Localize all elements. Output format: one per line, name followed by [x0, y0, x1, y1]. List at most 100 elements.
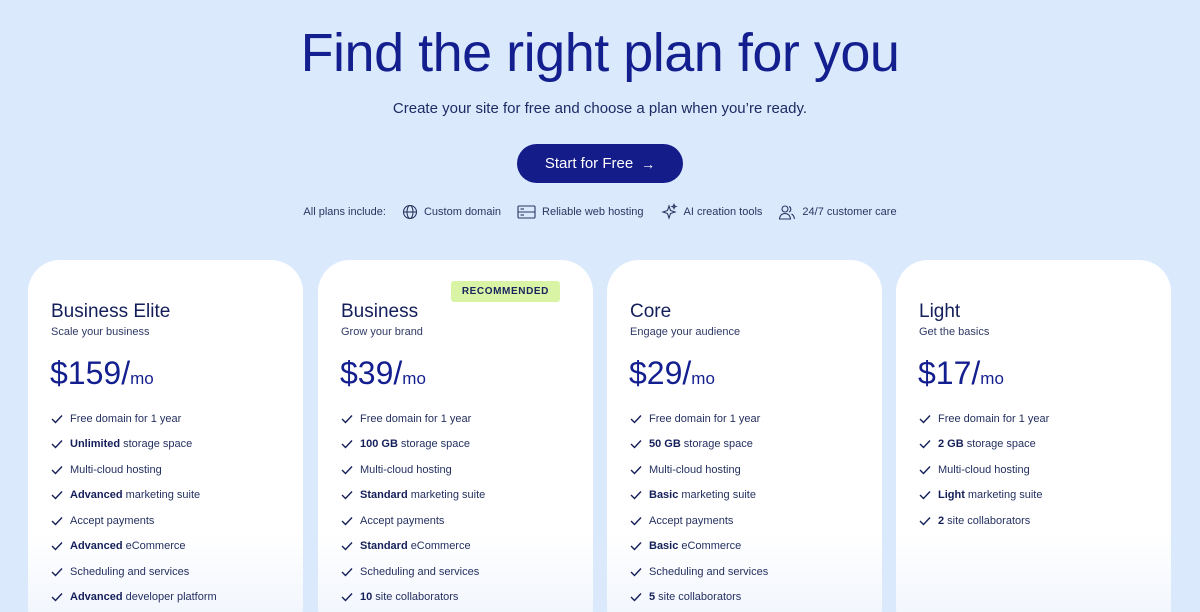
feature-item: Free domain for 1 year — [919, 406, 1049, 432]
check-icon — [630, 414, 642, 424]
check-icon — [341, 491, 353, 500]
check-icon — [51, 465, 63, 475]
include-label: Custom domain — [423, 206, 502, 218]
plan-tagline: Get the basics — [919, 326, 990, 338]
feature-item: Scheduling and services — [630, 559, 768, 585]
feature-item: 5 site collaborators — [630, 585, 768, 611]
feature-item: Basic eCommerce — [630, 534, 768, 560]
price-period: mo — [402, 369, 426, 388]
price-period: mo — [980, 369, 1004, 388]
plan-price: $159/mo — [50, 355, 154, 391]
include-custom-domain: Custom domain — [402, 204, 501, 220]
page-title: Find the right plan for you — [300, 23, 900, 83]
price-period: mo — [691, 369, 715, 388]
recommended-badge: RECOMMENDED — [450, 281, 560, 302]
feature-item: 2 GB storage space — [919, 432, 1049, 458]
page-subtitle: Create your site for free and choose a p… — [392, 100, 808, 117]
feature-item: Advanced marketing suite — [51, 483, 217, 509]
price-period: mo — [130, 369, 154, 388]
feature-item: Advanced developer platform — [51, 585, 217, 611]
feature-item: Accept payments — [51, 508, 217, 534]
feature-item: Standard marketing suite — [341, 483, 485, 509]
check-icon — [919, 414, 931, 424]
feature-item: Free domain for 1 year — [51, 406, 217, 432]
feature-item: Multi-cloud hosting — [51, 457, 217, 483]
include-web-hosting: Reliable web hosting — [517, 204, 644, 220]
feature-item: Scheduling and services — [341, 559, 485, 585]
plan-card-business[interactable]: RECOMMENDED Business Grow your brand $39… — [318, 260, 593, 612]
check-icon — [630, 440, 642, 449]
check-icon — [919, 465, 931, 475]
sparkle-icon — [660, 203, 678, 220]
check-icon — [341, 440, 353, 449]
plan-card-core[interactable]: Core Engage your audience $29/mo Free do… — [607, 260, 882, 612]
plan-card-light[interactable]: Light Get the basics $17/mo Free domain … — [896, 260, 1171, 612]
price-amount: $17 — [918, 355, 972, 391]
include-ai-tools: AI creation tools — [660, 203, 763, 221]
check-icon — [51, 440, 63, 449]
check-icon — [919, 491, 931, 500]
price-amount: $29 — [629, 355, 683, 391]
check-icon — [51, 567, 63, 577]
check-icon — [630, 542, 642, 551]
check-icon — [51, 593, 63, 602]
feature-item: Advanced eCommerce — [51, 534, 217, 560]
check-icon — [919, 440, 931, 449]
plan-name: Business Elite — [51, 301, 171, 322]
check-icon — [630, 465, 642, 475]
check-icon — [341, 593, 353, 602]
plan-tagline: Scale your business — [51, 326, 150, 338]
arrow-right-icon: → — [641, 155, 656, 172]
include-customer-care: 24/7 customer care — [778, 204, 897, 220]
check-icon — [630, 516, 642, 526]
feature-item: Multi-cloud hosting — [919, 457, 1049, 483]
start-for-free-label: Start for Free — [544, 155, 634, 172]
feature-item: Unlimited storage space — [51, 432, 217, 458]
plan-name: Core — [630, 301, 672, 322]
feature-item: Basic marketing suite — [630, 483, 768, 509]
check-icon — [341, 465, 353, 475]
check-icon — [630, 491, 642, 500]
check-icon — [51, 542, 63, 551]
start-for-free-button[interactable]: Start for Free → — [517, 144, 683, 183]
feature-item: Multi-cloud hosting — [341, 457, 485, 483]
plan-price: $29/mo — [629, 355, 715, 391]
feature-item: 50 GB storage space — [630, 432, 768, 458]
price-amount: $159 — [50, 355, 122, 391]
feature-item: Standard eCommerce — [341, 534, 485, 560]
include-label: AI creation tools — [683, 206, 763, 218]
check-icon — [630, 593, 642, 602]
plan-name: Business — [341, 301, 419, 322]
globe-icon — [402, 204, 418, 220]
plan-card-business-elite[interactable]: Business Elite Scale your business $159/… — [28, 260, 303, 612]
feature-list: Free domain for 1 year 100 GB storage spa… — [341, 406, 485, 610]
plan-price: $17/mo — [918, 355, 1004, 391]
price-amount: $39 — [340, 355, 394, 391]
includes-label: All plans include: — [303, 206, 386, 218]
feature-item: Free domain for 1 year — [630, 406, 768, 432]
check-icon — [341, 414, 353, 424]
check-icon — [51, 414, 63, 424]
feature-item: 2 site collaborators — [919, 508, 1049, 534]
feature-list: Free domain for 1 year 50 GB storage spac… — [630, 406, 768, 610]
plan-tagline: Grow your brand — [341, 326, 423, 338]
check-icon — [341, 567, 353, 577]
feature-item: Light marketing suite — [919, 483, 1049, 509]
people-icon — [779, 205, 796, 220]
check-icon — [630, 567, 642, 577]
check-icon — [51, 516, 63, 526]
server-icon — [517, 205, 536, 219]
include-label: 24/7 customer care — [802, 206, 897, 218]
feature-item: Scheduling and services — [51, 559, 217, 585]
plan-price: $39/mo — [340, 355, 426, 391]
plan-includes-bar: All plans include: Custom domain Reliabl… — [0, 202, 1200, 222]
feature-item: 10 site collaborators — [341, 585, 485, 611]
check-icon — [341, 542, 353, 551]
plan-name: Light — [919, 301, 961, 322]
plan-tagline: Engage your audience — [630, 326, 741, 338]
feature-item: Free domain for 1 year — [341, 406, 485, 432]
check-icon — [51, 491, 63, 500]
feature-item: 100 GB storage space — [341, 432, 485, 458]
feature-list: Free domain for 1 year 2 GB storage space… — [919, 406, 1049, 534]
feature-item: Multi-cloud hosting — [630, 457, 768, 483]
